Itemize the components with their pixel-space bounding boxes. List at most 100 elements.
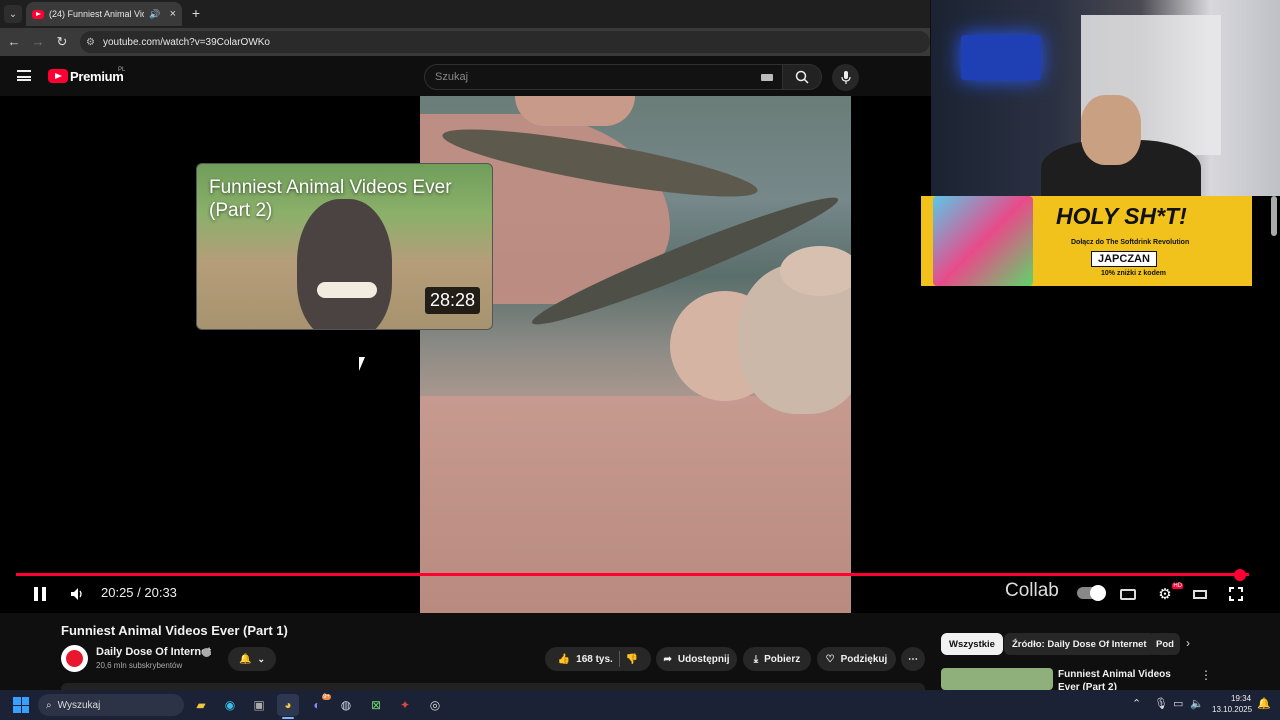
fullscreen-button[interactable] [1226, 583, 1246, 605]
channel-name[interactable]: Daily Dose Of Internet [96, 646, 211, 658]
endscreen-video-card[interactable]: Funniest Animal Videos Ever (Part 2) 28:… [196, 163, 493, 330]
browser-tab[interactable]: (24) Funniest Animal Videos 🔊 × [26, 2, 182, 26]
verified-icon [202, 648, 211, 657]
video-rock [515, 96, 635, 126]
bell-icon: 🔔 [239, 653, 252, 665]
theater-icon [1193, 589, 1207, 599]
streamer-head-image [1081, 95, 1141, 165]
logo-text[interactable]: Premium [70, 69, 124, 84]
pause-button[interactable] [30, 583, 50, 605]
file-explorer-icon[interactable]: ▰ [190, 694, 212, 716]
chevron-up-icon[interactable]: ⌃ [1132, 697, 1141, 710]
ad-code: JAPCZAN [1091, 251, 1157, 267]
autoplay-toggle[interactable] [1077, 585, 1106, 601]
steam-icon[interactable]: ◍ [335, 694, 357, 716]
keyboard-icon[interactable] [761, 74, 773, 81]
thanks-button[interactable]: ♡ Podziękuj [817, 647, 896, 671]
collab-label: Collab [1005, 580, 1059, 601]
tab-search-icon[interactable]: ⌄ [4, 5, 22, 23]
menu-icon[interactable] [17, 70, 31, 81]
obs-icon[interactable]: ◎ [424, 694, 446, 716]
settings-button[interactable]: ⚙ HD [1153, 583, 1183, 605]
webcam-overlay [931, 0, 1280, 196]
recommendation-thumbnail[interactable] [941, 668, 1053, 690]
pause-icon [34, 587, 46, 601]
more-vertical-icon[interactable]: ⋮ [1200, 668, 1212, 682]
chip-all[interactable]: Wszystkie [941, 633, 1003, 655]
video-rock [780, 246, 851, 296]
theater-mode-button[interactable] [1190, 583, 1210, 605]
taskbar-search[interactable]: ⌕ Wyszukaj [38, 694, 184, 716]
speaker-tray-icon[interactable]: 🔈 [1190, 697, 1204, 710]
active-app-indicator [282, 717, 294, 719]
ad-subline: Dołącz do The Softdrink Revolution [1071, 239, 1190, 246]
search-button[interactable] [782, 64, 822, 90]
share-button[interactable]: ➦ Udostępnij [656, 647, 737, 671]
progress-bar[interactable] [16, 573, 1249, 576]
forward-arrow-icon[interactable]: → [29, 33, 47, 51]
youtube-logo-icon[interactable] [48, 69, 68, 83]
voice-search-button[interactable] [832, 64, 859, 91]
progress-scrubber[interactable] [1234, 569, 1247, 581]
notifications-button[interactable]: 🔔 ⌄ [228, 647, 276, 671]
thanks-heart-icon: ♡ [825, 653, 835, 665]
discord-badge: 9+ [322, 694, 331, 700]
reload-icon[interactable]: ↻ [53, 33, 71, 51]
like-count: 168 tys. [576, 653, 613, 665]
tab-title: (24) Funniest Animal Videos [49, 9, 144, 19]
windows-start-icon[interactable] [13, 697, 29, 713]
gear-icon: ⚙ [1158, 586, 1172, 603]
chip-related[interactable]: Pod [1148, 633, 1180, 655]
volume-button[interactable] [68, 583, 88, 605]
clock-date[interactable]: 13.10.2025 [1212, 705, 1252, 714]
more-actions-button[interactable]: ⋯ [901, 647, 925, 671]
edge-browser-icon[interactable]: ◉ [219, 694, 241, 716]
url-text: youtube.com/watch?v=39ColarOWKo [102, 36, 270, 48]
sponsor-banner: HOLY SH*T! Dołącz do The Softdrink Revol… [921, 196, 1252, 286]
youtube-favicon-icon [32, 9, 44, 19]
thumbs-down-icon[interactable]: 👎 [626, 654, 638, 665]
mouse-cursor-icon [359, 357, 365, 371]
fullscreen-icon [1229, 587, 1243, 601]
notification-icon[interactable]: 🔔 [1257, 697, 1271, 710]
more-horizontal-icon: ⋯ [908, 653, 918, 665]
share-icon: ➦ [663, 653, 672, 665]
like-button[interactable]: 👍 168 tys. [558, 654, 613, 665]
drink-cans-image [933, 196, 1033, 286]
search-icon: ⌕ [46, 699, 52, 711]
microphone-tray-icon[interactable]: 🎙 [1154, 697, 1168, 710]
video-ground [420, 396, 851, 613]
new-tab-button[interactable]: + [188, 5, 204, 21]
close-tab-icon[interactable]: × [170, 8, 176, 20]
game-app-icon[interactable]: ✦ [394, 694, 416, 716]
discord-icon[interactable]: ◐ 9+ [306, 694, 331, 716]
chevron-down-icon: ⌄ [257, 653, 265, 664]
microphone-icon [840, 70, 851, 84]
ad-headline: HOLY SH*T! [1056, 203, 1187, 229]
back-arrow-icon[interactable]: ← [5, 33, 23, 51]
browser-tab-bar: ⌄ (24) Funniest Animal Videos 🔊 × + [0, 0, 930, 28]
endscreen-duration: 28:28 [425, 287, 481, 314]
avatar[interactable] [61, 645, 88, 672]
ad-discount: 10% zniżki z kodem [1101, 270, 1166, 277]
divider [618, 651, 620, 667]
store-icon[interactable]: ▣ [248, 694, 270, 716]
speaker-icon[interactable]: 🔊 [149, 9, 160, 20]
network-icon[interactable]: ▭ [1173, 697, 1183, 710]
hd-badge: HD [1172, 583, 1183, 589]
channel-logo-icon [66, 650, 83, 667]
chrome-browser-icon[interactable]: ◕ [277, 694, 299, 716]
download-button[interactable]: ⤓ Pobierz [743, 647, 811, 671]
xbox-icon[interactable]: ⊠ [365, 694, 387, 716]
browser-toolbar: ← → ↻ ⚙ youtube.com/watch?v=39ColarOWKo [0, 28, 930, 56]
chip-source[interactable]: Źródło: Daily Dose Of Internet [1004, 633, 1155, 655]
address-bar[interactable]: ⚙ youtube.com/watch?v=39ColarOWKo [80, 31, 930, 53]
search-input[interactable]: Szukaj [424, 64, 784, 90]
clock-time[interactable]: 19:34 [1231, 694, 1251, 703]
recommendation-title[interactable]: Funniest Animal Videos Ever (Part 2) [1058, 668, 1193, 690]
chevron-right-icon[interactable]: › [1186, 636, 1190, 650]
subtitles-button[interactable] [1118, 583, 1138, 605]
scrollbar[interactable] [1271, 196, 1277, 236]
description-box[interactable] [61, 683, 925, 690]
site-info-icon[interactable]: ⚙ [86, 37, 95, 48]
